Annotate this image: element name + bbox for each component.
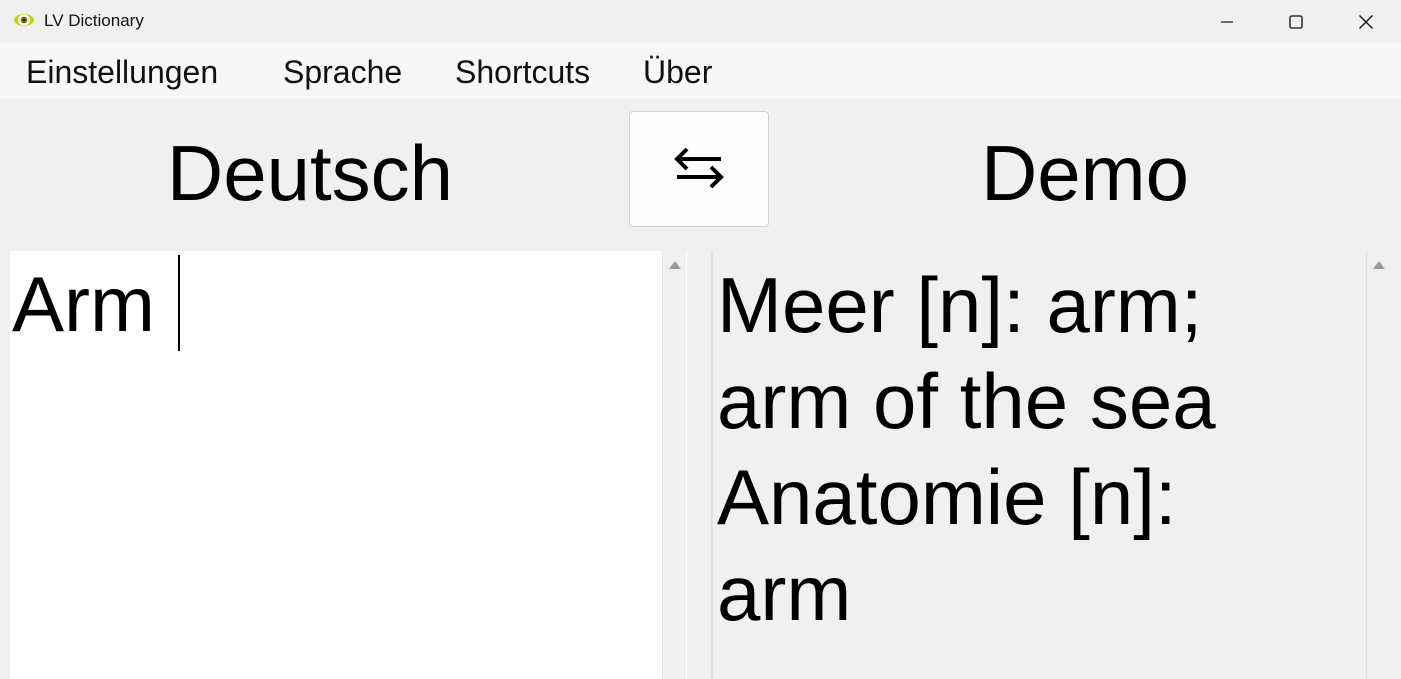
text-caret	[178, 255, 180, 351]
source-language-label: Deutsch	[166, 129, 454, 217]
menu-shortcuts[interactable]: Shortcuts	[455, 53, 590, 91]
input-scrollbar[interactable]	[662, 251, 686, 679]
output-line: arm of the sea	[717, 357, 1216, 445]
target-language-label: Demo	[980, 129, 1190, 217]
eye-icon	[13, 11, 35, 29]
swap-languages-button[interactable]	[629, 111, 769, 227]
output-scrollbar[interactable]	[1366, 251, 1390, 679]
scroll-up-arrow-icon[interactable]	[669, 261, 681, 269]
minimize-icon	[1219, 14, 1235, 30]
menu-einstellungen[interactable]: Einstellungen	[26, 53, 218, 91]
output-line: Anatomie [n]:	[717, 453, 1177, 541]
output-line: Meer [n]: arm;	[717, 261, 1203, 349]
search-input[interactable]: Arm	[10, 251, 687, 679]
scroll-up-arrow-icon[interactable]	[1373, 261, 1385, 269]
close-icon	[1358, 14, 1374, 30]
window-title: LV Dictionary	[44, 11, 144, 30]
close-button[interactable]	[1331, 0, 1401, 43]
output-line: arm	[717, 549, 852, 637]
menu-sprache[interactable]: Sprache	[283, 53, 402, 91]
maximize-button[interactable]	[1261, 0, 1331, 43]
translation-output: Meer [n]: arm; arm of the sea Anatomie […	[711, 251, 1391, 679]
swap-arrows-icon	[673, 145, 725, 194]
menu-ueber[interactable]: Über	[643, 53, 712, 91]
maximize-icon	[1288, 14, 1304, 30]
menu-bar: Einstellungen Sprache Shortcuts Über	[0, 43, 1401, 99]
title-bar[interactable]: LV Dictionary	[0, 0, 1401, 43]
search-input-value[interactable]: Arm	[12, 259, 155, 349]
minimize-button[interactable]	[1192, 0, 1262, 43]
app-window: LV Dictionary Einstellungen Sprache Shor…	[0, 0, 1401, 679]
